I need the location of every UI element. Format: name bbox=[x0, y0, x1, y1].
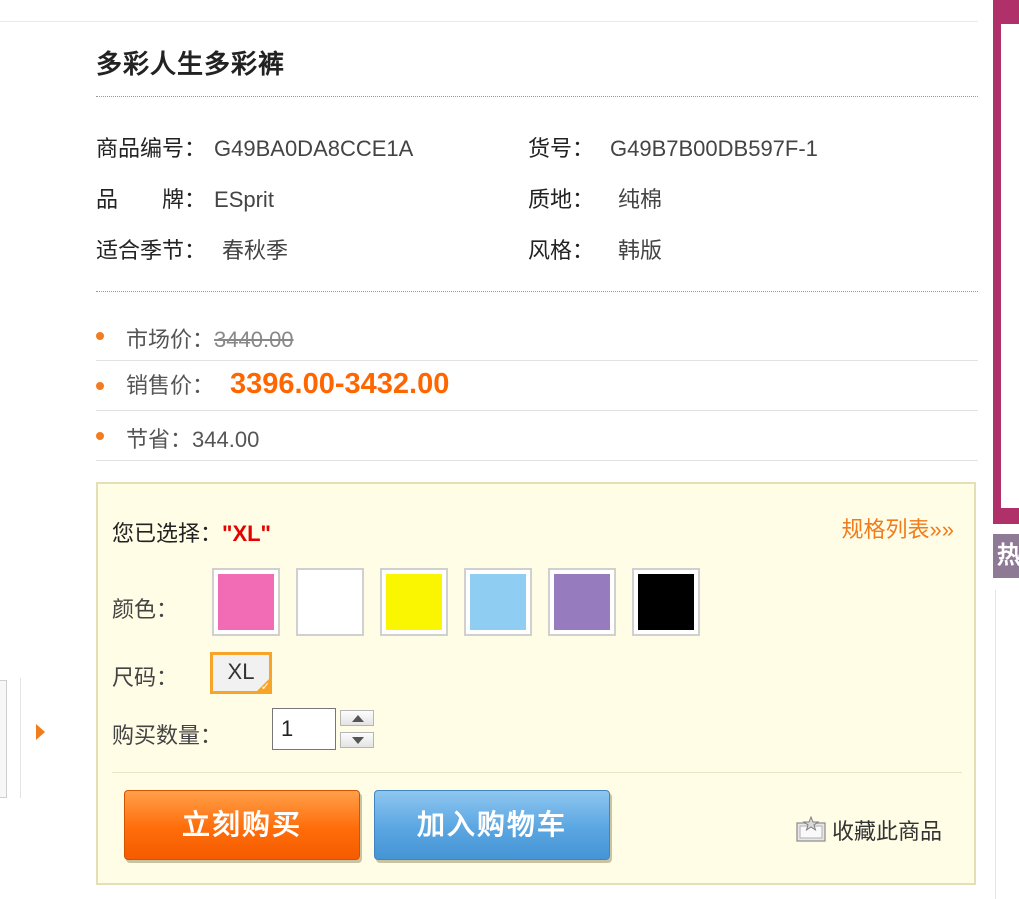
attr-material: 质地： 纯棉 bbox=[528, 182, 662, 214]
size-label: 尺码： bbox=[112, 665, 179, 690]
savings-row: 节省：344.00 bbox=[96, 412, 978, 461]
attr-value: 纯棉 bbox=[618, 187, 663, 212]
attr-style: 风格： 韩版 bbox=[528, 233, 662, 265]
swatch-fill bbox=[218, 574, 274, 630]
sale-price-value: 3396.00-3432.00 bbox=[230, 368, 450, 400]
market-price: 市场价：3440.00 bbox=[126, 322, 294, 354]
product-title: 多彩人生多彩裤 bbox=[96, 49, 286, 79]
attr-product-number: 商品编号： G49BA0DA8CCE1A bbox=[96, 131, 413, 163]
add-to-cart-button[interactable]: 加入购物车 bbox=[374, 790, 610, 860]
side-banner-inner bbox=[1001, 24, 1019, 508]
market-price-label: 市场价： bbox=[126, 327, 215, 352]
quantity-increase-button[interactable] bbox=[340, 710, 374, 726]
attr-item-number: 货号： G49B7B00DB597F-1 bbox=[528, 131, 818, 163]
attr-label: 质地： bbox=[528, 187, 595, 212]
size-option-label: XL bbox=[227, 659, 255, 684]
swatch-fill bbox=[386, 574, 442, 630]
attr-value: 韩版 bbox=[618, 238, 663, 263]
attr-value: G49BA0DA8CCE1A bbox=[214, 136, 414, 161]
color-swatch-pink[interactable] bbox=[212, 568, 280, 636]
buy-now-button[interactable]: 立刻购买 bbox=[124, 790, 360, 860]
favorite-folder-icon bbox=[796, 816, 826, 842]
savings-label: 节省： bbox=[126, 427, 193, 452]
sale-price: 销售价： 3396.00-3432.00 bbox=[126, 368, 449, 401]
selection-summary: 您已选择："XL" bbox=[112, 516, 271, 548]
quantity-label: 购买数量： bbox=[112, 723, 223, 748]
swatch-fill bbox=[302, 574, 358, 630]
bullet-icon bbox=[96, 382, 104, 390]
bullet-icon bbox=[96, 332, 104, 340]
color-swatch-black[interactable] bbox=[632, 568, 700, 636]
attributes-divider bbox=[96, 291, 978, 292]
selection-value: "XL" bbox=[222, 521, 271, 546]
color-swatch-yellow[interactable] bbox=[380, 568, 448, 636]
quantity-input[interactable] bbox=[272, 708, 336, 750]
arrow-up-icon bbox=[352, 715, 364, 722]
swatch-fill bbox=[470, 574, 526, 630]
side-tab-hot[interactable]: 热 bbox=[993, 534, 1019, 578]
color-swatch-white[interactable] bbox=[296, 568, 364, 636]
gallery-divider bbox=[20, 678, 21, 798]
sale-price-row: 销售价： 3396.00-3432.00 bbox=[96, 362, 978, 411]
savings: 节省：344.00 bbox=[126, 422, 259, 454]
attr-label: 货号： bbox=[528, 136, 595, 161]
top-divider bbox=[0, 21, 978, 22]
purchase-options-panel: 您已选择："XL" 规格列表»» 颜色： 尺码： XL ✓ 购买数量： 立刻购买… bbox=[96, 482, 976, 885]
attr-value: 春秋季 bbox=[222, 238, 289, 263]
next-thumbnail-arrow-icon[interactable] bbox=[36, 724, 45, 740]
swatch-fill bbox=[554, 574, 610, 630]
color-label: 颜色： bbox=[112, 597, 179, 622]
attr-label: 适合季节： bbox=[96, 238, 207, 263]
spec-list-link[interactable]: 规格列表»» bbox=[842, 512, 954, 544]
attr-value: ESprit bbox=[214, 187, 274, 212]
selection-label: 您已选择： bbox=[112, 521, 223, 546]
sale-price-label: 销售价： bbox=[126, 373, 215, 398]
market-price-row: 市场价：3440.00 bbox=[96, 312, 978, 361]
swatch-fill bbox=[638, 574, 694, 630]
attr-value: G49B7B00DB597F-1 bbox=[610, 136, 818, 161]
color-swatch-light-blue[interactable] bbox=[464, 568, 532, 636]
attr-label: 品 牌： bbox=[96, 187, 207, 212]
quantity-decrease-button[interactable] bbox=[340, 732, 374, 748]
thumbnail-strip-edge bbox=[0, 680, 7, 798]
arrow-down-icon bbox=[352, 737, 364, 744]
attr-label: 商品编号： bbox=[96, 136, 207, 161]
options-divider bbox=[112, 772, 962, 773]
attr-brand: 品 牌： ESprit bbox=[96, 182, 274, 214]
savings-value: 344.00 bbox=[192, 427, 260, 452]
attr-label: 风格： bbox=[528, 238, 595, 263]
title-divider bbox=[96, 96, 978, 97]
checkmark-icon: ✓ bbox=[260, 681, 270, 693]
side-divider bbox=[995, 590, 996, 899]
color-swatch-purple[interactable] bbox=[548, 568, 616, 636]
attr-season: 适合季节： 春秋季 bbox=[96, 233, 288, 265]
bullet-icon bbox=[96, 432, 104, 440]
favorite-label: 收藏此商品 bbox=[832, 819, 943, 844]
size-option-xl[interactable]: XL ✓ bbox=[210, 652, 272, 694]
market-price-value: 3440.00 bbox=[214, 327, 294, 352]
